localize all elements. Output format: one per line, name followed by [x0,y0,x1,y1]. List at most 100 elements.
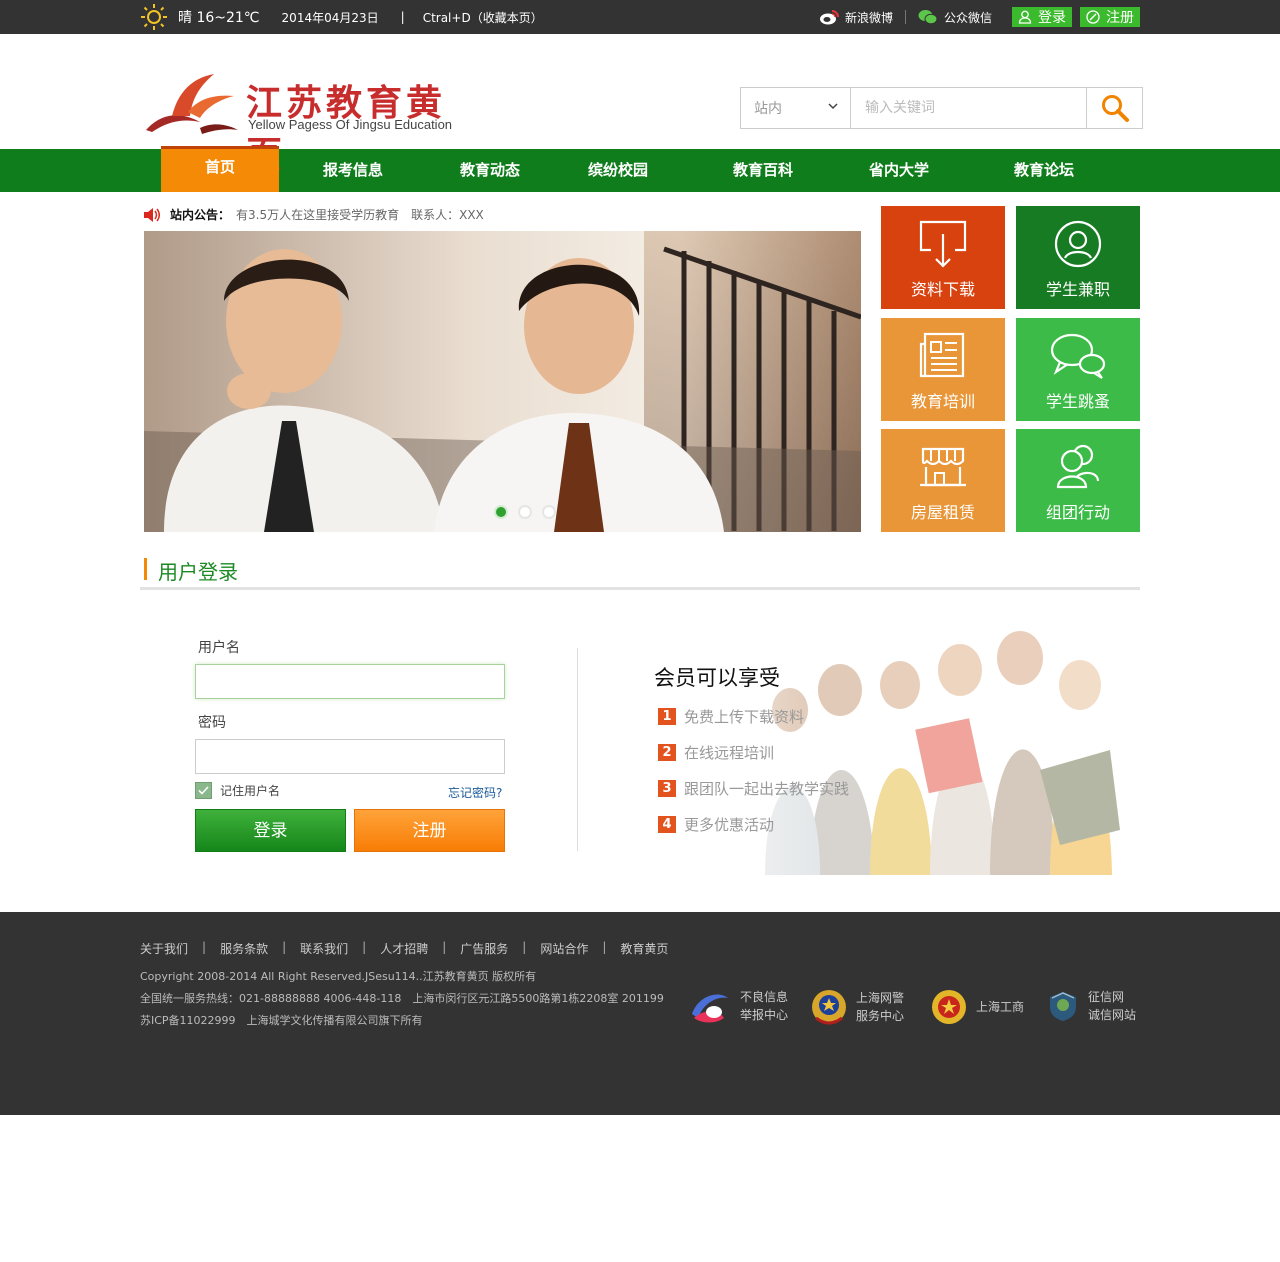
carousel-dots [494,505,566,519]
section-accent-bar [144,558,147,580]
benefits-title: 会员可以享受 [654,666,780,690]
login-panel: 用户名 密码 记住用户名 忘记密码? 登录 注册 会员可以享受 1 免费上传下载… [140,602,1140,912]
benefit-number: 3 [658,780,676,797]
tile-download[interactable]: 资料下载 [881,206,1005,309]
section-divider [140,587,1140,590]
edit-icon [1086,10,1100,24]
benefit-item: 3 跟团队一起出去教学实践 [658,778,849,799]
top-login-button[interactable]: 登录 [1012,7,1072,27]
benefit-text: 更多优惠活动 [684,816,775,834]
footer-link-contact[interactable]: 联系我们 [300,940,348,957]
main-content: 站内公告： 有3.5万人在这里接受学历教育 联系人：XXX 资料下载 学生兼职 … [140,192,1140,542]
weibo-link[interactable]: 新浪微博 [819,9,893,26]
separator: | [400,10,405,24]
search-bar: 站内 [740,87,1143,129]
weibo-label: 新浪微博 [844,10,893,25]
benefit-item: 2 在线远程培训 [658,742,774,763]
tile-label: 资料下载 [910,280,975,299]
register-button[interactable]: 注册 [354,809,505,852]
carousel-dot[interactable] [542,505,556,519]
hotline-text: 全国统一服务热线：021-88888888 4006-448-118 上海市闵行… [140,992,664,1005]
checkbox-box[interactable] [195,782,212,799]
section-title: 用户登录 [158,560,238,584]
badge-cyber-police[interactable]: 上海网警 服务中心 [810,988,904,1026]
business-emblem-icon [932,990,966,1024]
benefit-number: 4 [658,816,676,833]
site-notice: 站内公告： 有3.5万人在这里接受学历教育 联系人：XXX [142,206,484,223]
link-separator: | [202,940,207,954]
check-icon [198,786,209,795]
footer-link-about[interactable]: 关于我们 [140,940,188,957]
top-bar: 晴 16~21℃ 2014年04月23日 | Ctral+D（收藏本页） 新浪微… [0,0,1280,34]
wechat-link[interactable]: 公众微信 [918,9,992,26]
bookmark-link[interactable]: Ctral+D（收藏本页） [423,9,543,26]
badge-line2: 诚信网站 [1088,1008,1137,1022]
footer-link-terms[interactable]: 服务条款 [220,940,268,957]
tile-label: 学生跳蚤 [1045,392,1110,411]
chat-icon [1050,333,1106,379]
top-register-label: 注册 [1106,10,1134,26]
benefit-number: 2 [658,744,676,761]
user-icon [1054,220,1102,268]
report-center-icon [692,994,728,1023]
icp-text: 苏ICP备11022999 上海城学文化传播有限公司旗下所有 [140,1014,423,1027]
top-register-button[interactable]: 注册 [1080,7,1140,27]
footer-link-jobs[interactable]: 人才招聘 [380,940,428,957]
footer-link-yellow-pages[interactable]: 教育黄页 [620,940,668,957]
benefit-text: 跟团队一起出去教学实践 [684,780,850,798]
login-button[interactable]: 登录 [195,809,346,852]
member-benefits: 会员可以享受 1 免费上传下载资料 2 在线远程培训 3 跟团队一起出去教学实践… [640,630,1140,875]
shop-icon [920,447,966,487]
speaker-icon [144,207,160,222]
site-logo[interactable]: 江苏教育黄页 Yellow Pagess Of Jingsu Education [142,72,472,176]
nav-item-home[interactable]: 首页 [161,146,279,192]
copyright-text: Copyright 2008-2014 All Right Reserved.J… [140,970,537,983]
footer-link-partners[interactable]: 网站合作 [540,940,588,957]
nav-item-forum[interactable]: 教育论坛 [994,149,1094,192]
remember-checkbox[interactable]: 记住用户名 [195,782,280,799]
tile-label: 房屋租赁 [910,503,975,522]
link-separator: | [602,940,607,954]
forgot-password-link[interactable]: 忘记密码? [448,784,502,801]
badge-line2: 服务中心 [856,1009,905,1023]
nav-item-exam-info[interactable]: 报考信息 [303,149,403,192]
badge-business-admin[interactable]: 上海工商 [930,988,1024,1026]
sun-icon [141,4,167,30]
search-button[interactable] [1086,88,1142,128]
tile-label: 组团行动 [1045,503,1110,522]
tile-flea-market[interactable]: 学生跳蚤 [1016,318,1140,421]
section-header: 用户登录 [140,542,1140,602]
tile-part-time[interactable]: 学生兼职 [1016,206,1140,309]
hero-banner[interactable] [144,231,861,532]
date-text: 2014年04月23日 [281,10,379,25]
carousel-dot[interactable] [518,505,532,519]
password-input[interactable] [195,739,505,774]
benefit-text: 在线远程培训 [684,744,775,762]
newspaper-icon [919,332,965,378]
benefit-item: 1 免费上传下载资料 [658,706,804,727]
carousel-dot[interactable] [494,505,508,519]
tile-group-activity[interactable]: 组团行动 [1016,429,1140,532]
tile-label: 学生兼职 [1045,280,1110,299]
divider [904,10,906,24]
nav-item-education-news[interactable]: 教育动态 [440,149,540,192]
weather-text: 晴 16~21℃ [178,10,260,26]
notice-text: 有3.5万人在这里接受学历教育 联系人：XXX [236,208,484,222]
login-section: 用户登录 用户名 密码 记住用户名 忘记密码? 登录 注册 会员可以享受 1 免… [140,542,1140,912]
banner-photo [144,231,861,532]
police-emblem-icon [812,990,846,1025]
badge-report-center[interactable]: 不良信息 举报中心 [688,988,788,1024]
tile-training[interactable]: 教育培训 [881,318,1005,421]
badge-line2: 举报中心 [740,1008,789,1022]
nav-item-encyclopedia[interactable]: 教育百科 [713,149,813,192]
username-input[interactable] [195,664,505,699]
tile-label: 教育培训 [910,392,975,411]
footer-link-ads[interactable]: 广告服务 [460,940,508,957]
badge-credit-site[interactable]: 征信网 诚信网站 [1046,988,1136,1024]
search-input[interactable] [851,88,1086,128]
logo-subtitle: Yellow Pagess Of Jingsu Education [248,117,453,132]
search-scope-select[interactable]: 站内 [741,88,851,128]
nav-item-universities[interactable]: 省内大学 [849,149,949,192]
tile-rental[interactable]: 房屋租赁 [881,429,1005,532]
nav-item-campus[interactable]: 缤纷校园 [568,149,668,192]
